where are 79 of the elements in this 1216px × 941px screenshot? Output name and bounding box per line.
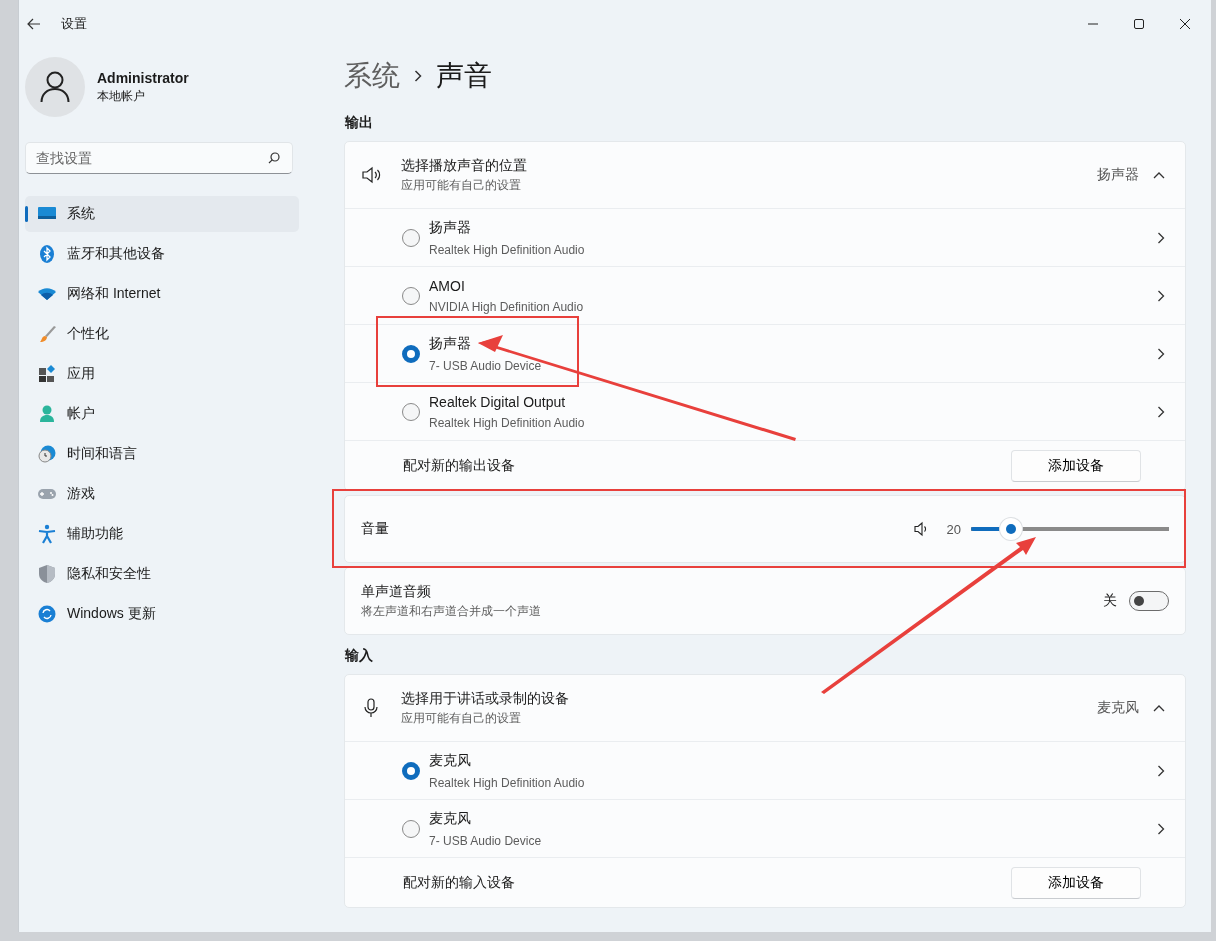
radio-button[interactable] <box>402 402 420 421</box>
chevron-up-icon[interactable] <box>1153 704 1165 712</box>
device-driver: 7- USB Audio Device <box>429 358 543 373</box>
section-heading: 输出 <box>345 114 374 132</box>
device-name: 麦克风 <box>429 809 472 828</box>
sidebar-item[interactable]: 个性化 <box>25 316 299 352</box>
chevron-right-icon[interactable] <box>1157 405 1165 418</box>
apps-icon <box>37 364 57 384</box>
chevron-right-icon[interactable] <box>1157 289 1165 302</box>
back-icon[interactable] <box>27 18 41 30</box>
clock-globe-icon <box>37 444 57 464</box>
maximize-icon[interactable] <box>1133 18 1145 30</box>
device-name: 麦克风 <box>429 751 472 770</box>
brush-icon <box>37 324 57 344</box>
device-driver: Realtek High Definition Audio <box>429 415 586 430</box>
setting-description: 应用可能有自己的设置 <box>401 709 522 727</box>
chevron-right-icon[interactable] <box>1157 231 1165 244</box>
chevron-up-icon[interactable] <box>1153 171 1165 179</box>
sidebar-item[interactable]: 游戏 <box>25 476 299 512</box>
setting-description: 应用可能有自己的设置 <box>401 176 522 194</box>
setting-title: 选择用于讲话或录制的设备 <box>401 689 570 708</box>
account-type: 本地帐户 <box>97 87 146 105</box>
radio-button[interactable] <box>402 286 420 305</box>
chevron-right-icon[interactable] <box>1157 822 1165 835</box>
radio-button[interactable] <box>402 228 420 247</box>
device-name: 扬声器 <box>429 334 472 353</box>
slider-thumb[interactable] <box>999 518 1022 540</box>
radio-button[interactable] <box>402 344 420 363</box>
device-driver: 7- USB Audio Device <box>429 833 543 848</box>
accessibility-icon <box>37 524 57 544</box>
setting-title: 选择播放声音的位置 <box>401 156 528 175</box>
device-driver: NVIDIA High Definition Audio <box>429 299 585 314</box>
breadcrumb-item[interactable]: 系统 <box>344 57 400 95</box>
chevron-right-icon[interactable] <box>1157 764 1165 777</box>
microphone-icon <box>361 698 381 718</box>
search-icon[interactable] <box>268 152 280 164</box>
chevron-right-icon[interactable] <box>1157 347 1165 360</box>
setting-title: 单声道音频 <box>361 582 432 601</box>
selected-device: 扬声器 <box>1097 166 1139 184</box>
window-title: 设置 <box>61 15 87 33</box>
sidebar-item[interactable]: 时间和语言 <box>25 436 299 472</box>
speaker-icon[interactable] <box>912 521 929 537</box>
radio-button[interactable] <box>402 819 420 838</box>
breadcrumb-item: 声音 <box>436 59 492 93</box>
search-field[interactable]: 查找设置 <box>25 142 293 174</box>
chevron-right-icon <box>414 70 422 82</box>
pair-label: 配对新的输出设备 <box>403 456 516 475</box>
pair-label: 配对新的输入设备 <box>403 873 516 892</box>
sidebar-item[interactable]: 网络和 Internet <box>25 276 299 312</box>
device-name: AMOI <box>429 277 466 294</box>
volume-label: 音量 <box>361 520 390 538</box>
update-icon <box>37 604 57 624</box>
toggle-state: 关 <box>1103 592 1117 610</box>
sidebar-item[interactable]: 辅助功能 <box>25 516 299 552</box>
selected-device: 麦克风 <box>1097 699 1139 717</box>
sidebar-item[interactable]: 隐私和安全性 <box>25 556 299 592</box>
close-icon[interactable] <box>1179 18 1191 30</box>
sidebar-item[interactable]: 帐户 <box>25 396 299 432</box>
user-name: Administrator <box>97 69 189 86</box>
section-heading: 输入 <box>345 647 374 665</box>
device-name: Realtek Digital Output <box>429 393 567 410</box>
volume-value: 20 <box>946 521 961 537</box>
add-device-button[interactable]: 添加设备 <box>1011 449 1141 482</box>
setting-description: 将左声道和右声道合并成一个声道 <box>361 602 542 620</box>
person-icon <box>40 71 70 103</box>
device-name: 扬声器 <box>429 218 472 237</box>
sidebar-item[interactable]: Windows 更新 <box>25 596 299 632</box>
sidebar-item[interactable]: 蓝牙和其他设备 <box>25 236 299 272</box>
sidebar-item[interactable]: 应用 <box>25 356 299 392</box>
radio-button[interactable] <box>402 761 420 780</box>
toggle-switch[interactable] <box>1129 591 1169 611</box>
add-device-button[interactable]: 添加设备 <box>1011 866 1141 899</box>
device-driver: Realtek High Definition Audio <box>429 775 586 790</box>
device-driver: Realtek High Definition Audio <box>429 242 586 257</box>
bluetooth-icon <box>37 244 57 264</box>
speaker-icon <box>361 165 381 185</box>
sidebar-item[interactable]: 系统 <box>25 196 299 232</box>
person-icon <box>37 404 57 424</box>
shield-icon <box>37 564 57 584</box>
